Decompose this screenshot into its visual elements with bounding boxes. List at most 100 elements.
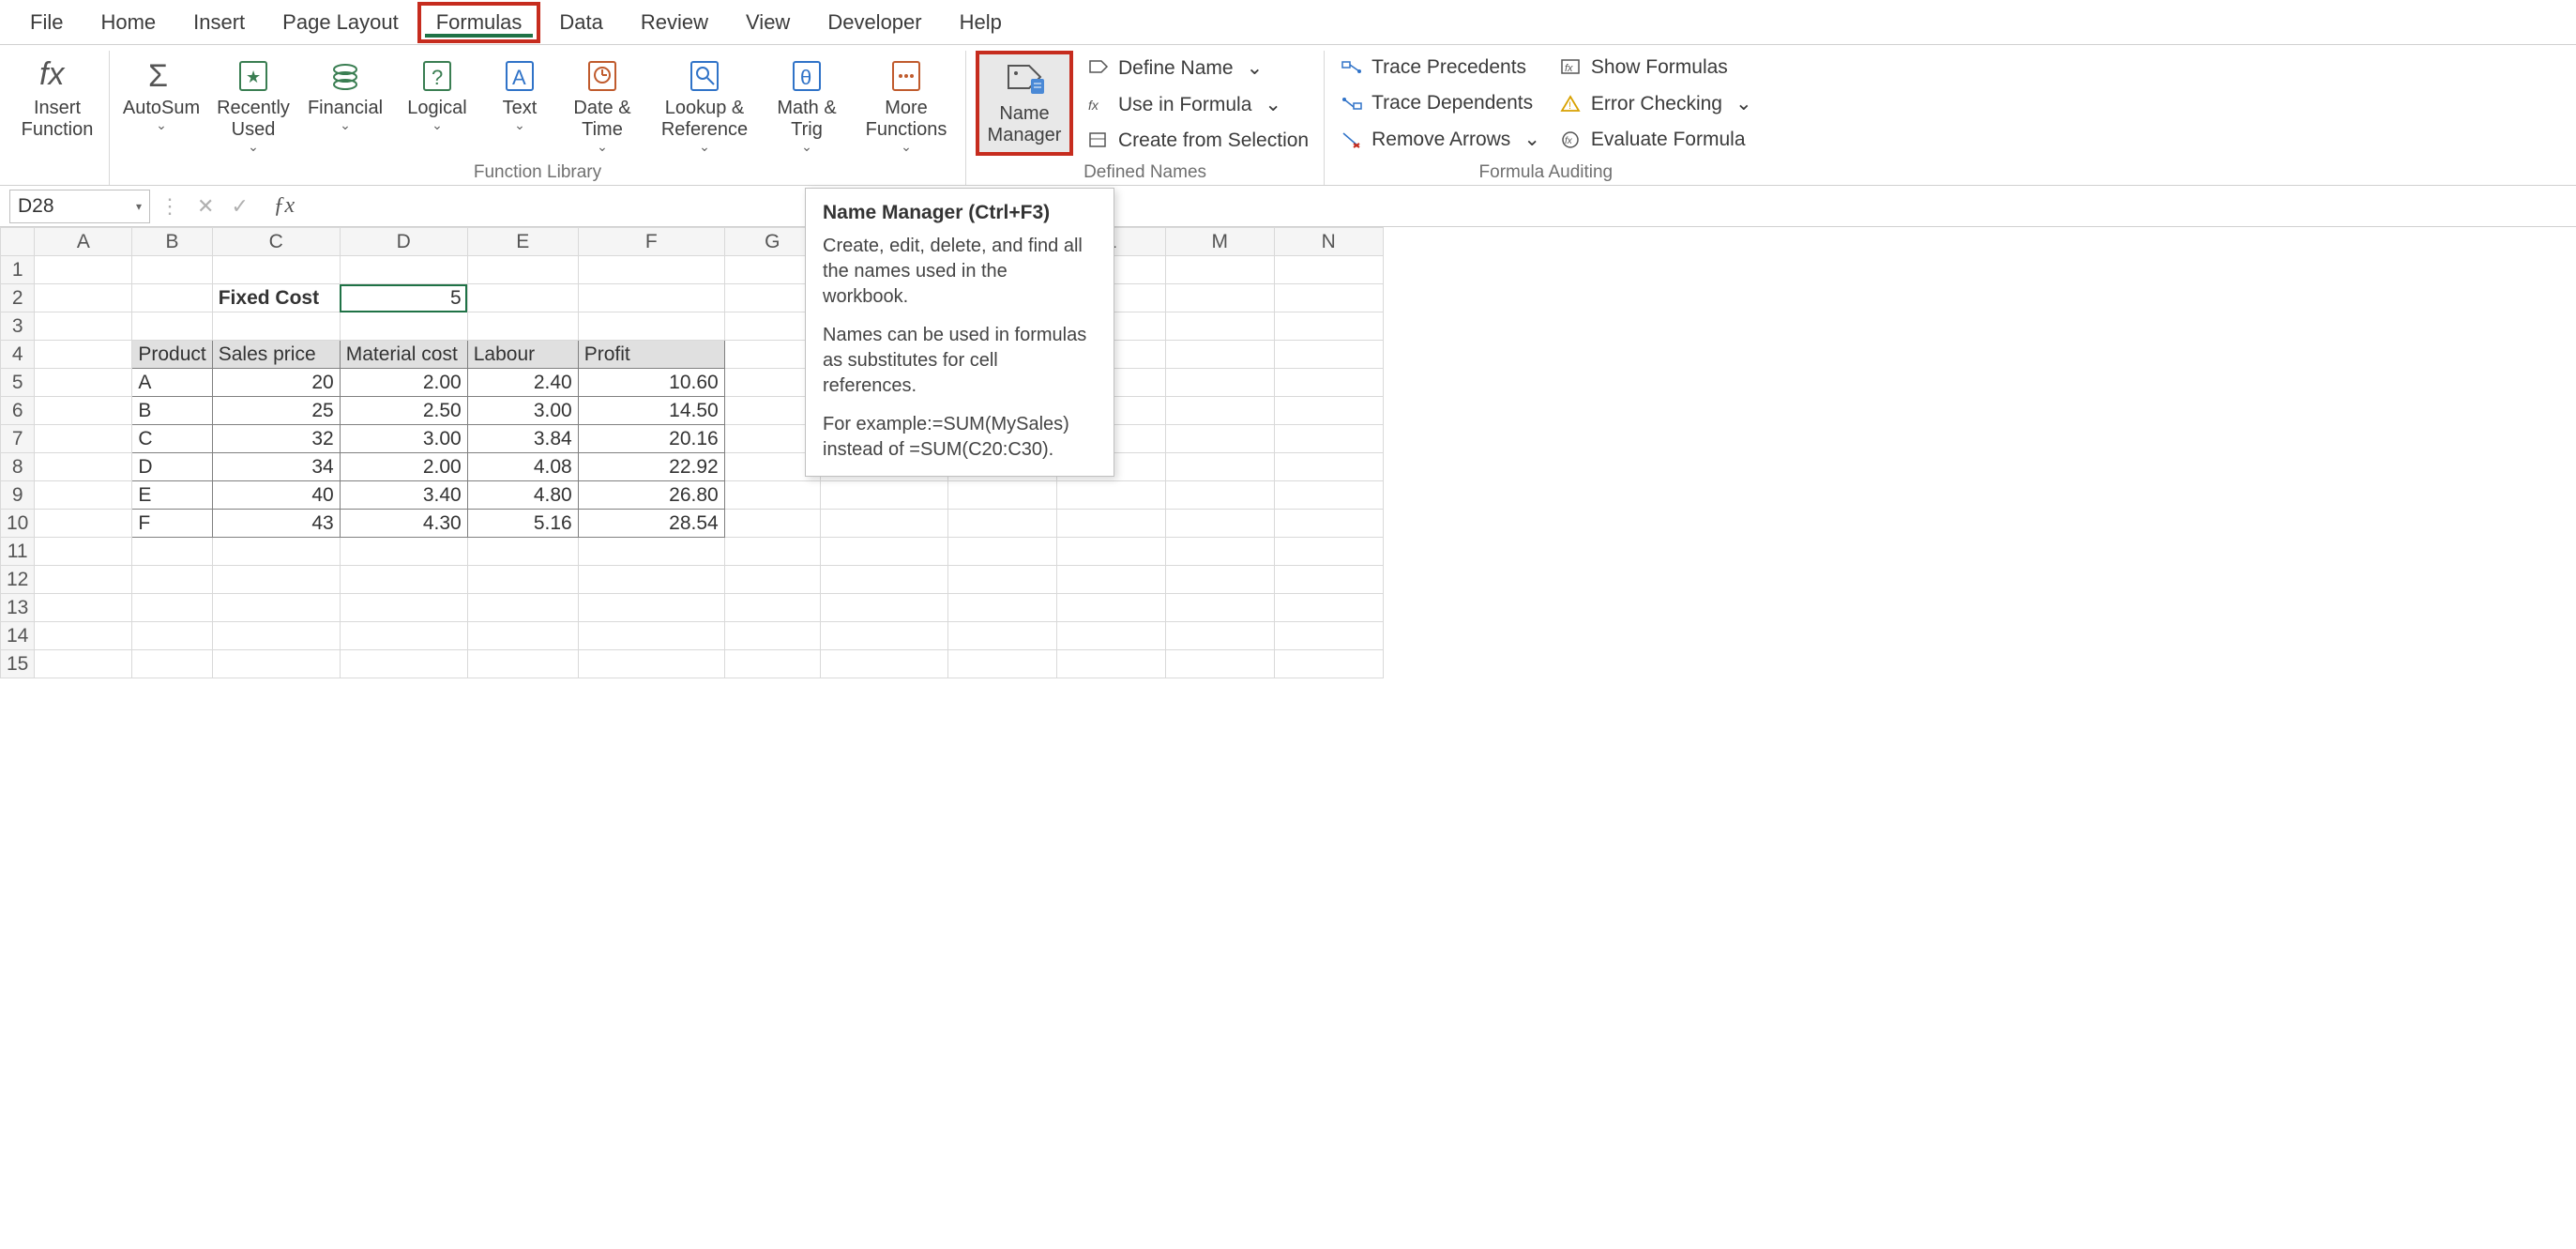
recently-used-button[interactable]: ★ Recently Used⌄ [211,51,295,159]
rowhdr-14[interactable]: 14 [1,622,35,650]
cell[interactable] [467,650,578,678]
rowhdr-1[interactable]: 1 [1,256,35,284]
cell-D9[interactable]: 3.40 [340,481,467,510]
cell-B8[interactable]: D [132,453,212,481]
cell[interactable] [1274,453,1383,481]
tab-insert[interactable]: Insert [174,2,264,43]
remove-arrows-button[interactable]: Remove Arrows⌄ [1334,124,1546,155]
rowhdr-6[interactable]: 6 [1,397,35,425]
cell[interactable] [467,622,578,650]
cell[interactable] [1274,256,1383,284]
lookup-reference-button[interactable]: Lookup & Reference⌄ [652,51,757,159]
rowhdr-11[interactable]: 11 [1,538,35,566]
colhdr-C[interactable]: C [212,228,340,256]
cell[interactable] [947,650,1056,678]
cell[interactable] [724,510,820,538]
enter-icon[interactable]: ✓ [231,194,248,219]
cell[interactable] [1274,594,1383,622]
cell-E9[interactable]: 4.80 [467,481,578,510]
cell[interactable] [212,650,340,678]
cell[interactable] [1056,481,1165,510]
cell-D5[interactable]: 2.00 [340,369,467,397]
cell[interactable] [1274,538,1383,566]
cell[interactable] [947,538,1056,566]
cell[interactable] [724,622,820,650]
cell[interactable] [212,256,340,284]
cell[interactable] [1056,538,1165,566]
cell-C8[interactable]: 34 [212,453,340,481]
cell[interactable] [340,622,467,650]
cell[interactable] [467,594,578,622]
cell-D4[interactable]: Material cost [340,341,467,369]
cell[interactable] [35,341,132,369]
tab-data[interactable]: Data [540,2,621,43]
cell-F9[interactable]: 26.80 [578,481,724,510]
cell-B5[interactable]: A [132,369,212,397]
cell[interactable] [35,650,132,678]
cell[interactable] [1165,594,1274,622]
cell[interactable] [35,622,132,650]
cell[interactable] [35,566,132,594]
cell-F7[interactable]: 20.16 [578,425,724,453]
cell[interactable] [35,594,132,622]
cell[interactable] [132,622,212,650]
cell[interactable] [1165,481,1274,510]
cell[interactable] [1056,650,1165,678]
rowhdr-2[interactable]: 2 [1,284,35,312]
cell-B10[interactable]: F [132,510,212,538]
cell-C6[interactable]: 25 [212,397,340,425]
cell[interactable] [1165,397,1274,425]
cell[interactable] [35,397,132,425]
financial-button[interactable]: Financial⌄ [303,51,387,137]
cell-C10[interactable]: 43 [212,510,340,538]
cell[interactable] [1165,284,1274,312]
cell[interactable] [724,481,820,510]
cell-D6[interactable]: 2.50 [340,397,467,425]
cell[interactable] [820,481,947,510]
cell[interactable] [820,650,947,678]
cell[interactable] [578,538,724,566]
tab-formulas[interactable]: Formulas [417,2,541,43]
rowhdr-3[interactable]: 3 [1,312,35,341]
trace-precedents-button[interactable]: Trace Precedents [1334,53,1546,83]
cell[interactable] [1165,538,1274,566]
cell[interactable] [132,566,212,594]
cell[interactable] [212,312,340,341]
cell[interactable] [467,256,578,284]
cell[interactable] [1274,566,1383,594]
rowhdr-12[interactable]: 12 [1,566,35,594]
cell-C4[interactable]: Sales price [212,341,340,369]
colhdr-F[interactable]: F [578,228,724,256]
rowhdr-4[interactable]: 4 [1,341,35,369]
cell[interactable] [947,510,1056,538]
error-checking-button[interactable]: ! Error Checking⌄ [1553,88,1758,119]
rowhdr-8[interactable]: 8 [1,453,35,481]
cell[interactable] [578,650,724,678]
define-name-button[interactable]: Define Name⌄ [1081,53,1314,84]
cell[interactable] [1165,341,1274,369]
cell[interactable] [1274,425,1383,453]
cell-F10[interactable]: 28.54 [578,510,724,538]
cell-D2[interactable]: 5 [340,284,467,312]
cell[interactable] [820,594,947,622]
cell[interactable] [578,284,724,312]
cancel-icon[interactable]: ✕ [197,194,214,219]
rowhdr-13[interactable]: 13 [1,594,35,622]
cell-B9[interactable]: E [132,481,212,510]
cell[interactable] [1056,594,1165,622]
cell[interactable] [1274,397,1383,425]
cell[interactable] [1165,453,1274,481]
cell[interactable] [340,256,467,284]
cell[interactable] [467,284,578,312]
cell-C2[interactable]: Fixed Cost [212,284,340,312]
colhdr-N[interactable]: N [1274,228,1383,256]
colhdr-M[interactable]: M [1165,228,1274,256]
cell-C9[interactable]: 40 [212,481,340,510]
cell-E7[interactable]: 3.84 [467,425,578,453]
tab-home[interactable]: Home [82,2,174,43]
tab-developer[interactable]: Developer [809,2,940,43]
create-from-selection-button[interactable]: Create from Selection [1081,126,1314,156]
fx-icon[interactable]: ƒx [265,193,303,219]
colhdr-D[interactable]: D [340,228,467,256]
cell[interactable] [1274,369,1383,397]
